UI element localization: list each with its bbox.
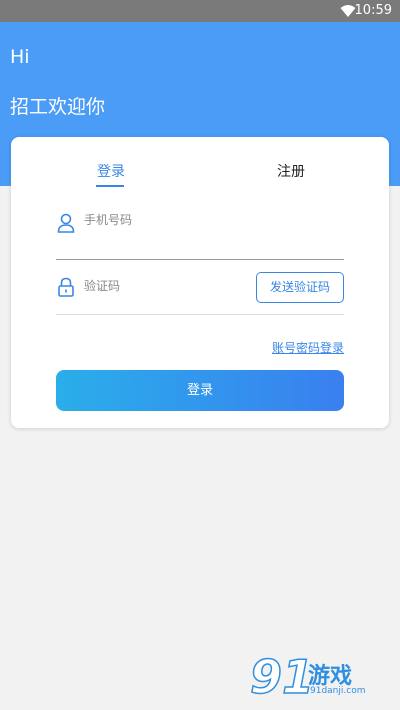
watermark-logo: 91 游戏 91danji.com: [249, 649, 390, 705]
status-bar: 10:59: [0, 0, 400, 22]
code-field-underline: [56, 314, 344, 315]
login-card: 登录 注册 发送验证码 账号密码登录 登录: [11, 137, 389, 428]
tab-register[interactable]: 注册: [277, 161, 305, 181]
watermark-domain: 91danji.com: [310, 686, 366, 696]
status-time: 10:59: [354, 3, 392, 18]
account-password-login-link[interactable]: 账号密码登录: [272, 339, 344, 356]
lock-icon: [58, 277, 74, 297]
login-button[interactable]: 登录: [56, 370, 344, 411]
phone-number-input[interactable]: [84, 211, 334, 229]
send-code-button[interactable]: 发送验证码: [256, 272, 344, 303]
tab-login[interactable]: 登录: [97, 161, 125, 181]
watermark-91: 91: [249, 649, 315, 705]
user-icon: [57, 213, 75, 233]
verification-code-input[interactable]: [84, 277, 249, 295]
active-tab-indicator: [96, 185, 124, 187]
welcome-text: 招工欢迎你: [10, 96, 106, 118]
greeting-text: Hi: [10, 46, 30, 68]
phone-field-underline: [56, 259, 344, 260]
